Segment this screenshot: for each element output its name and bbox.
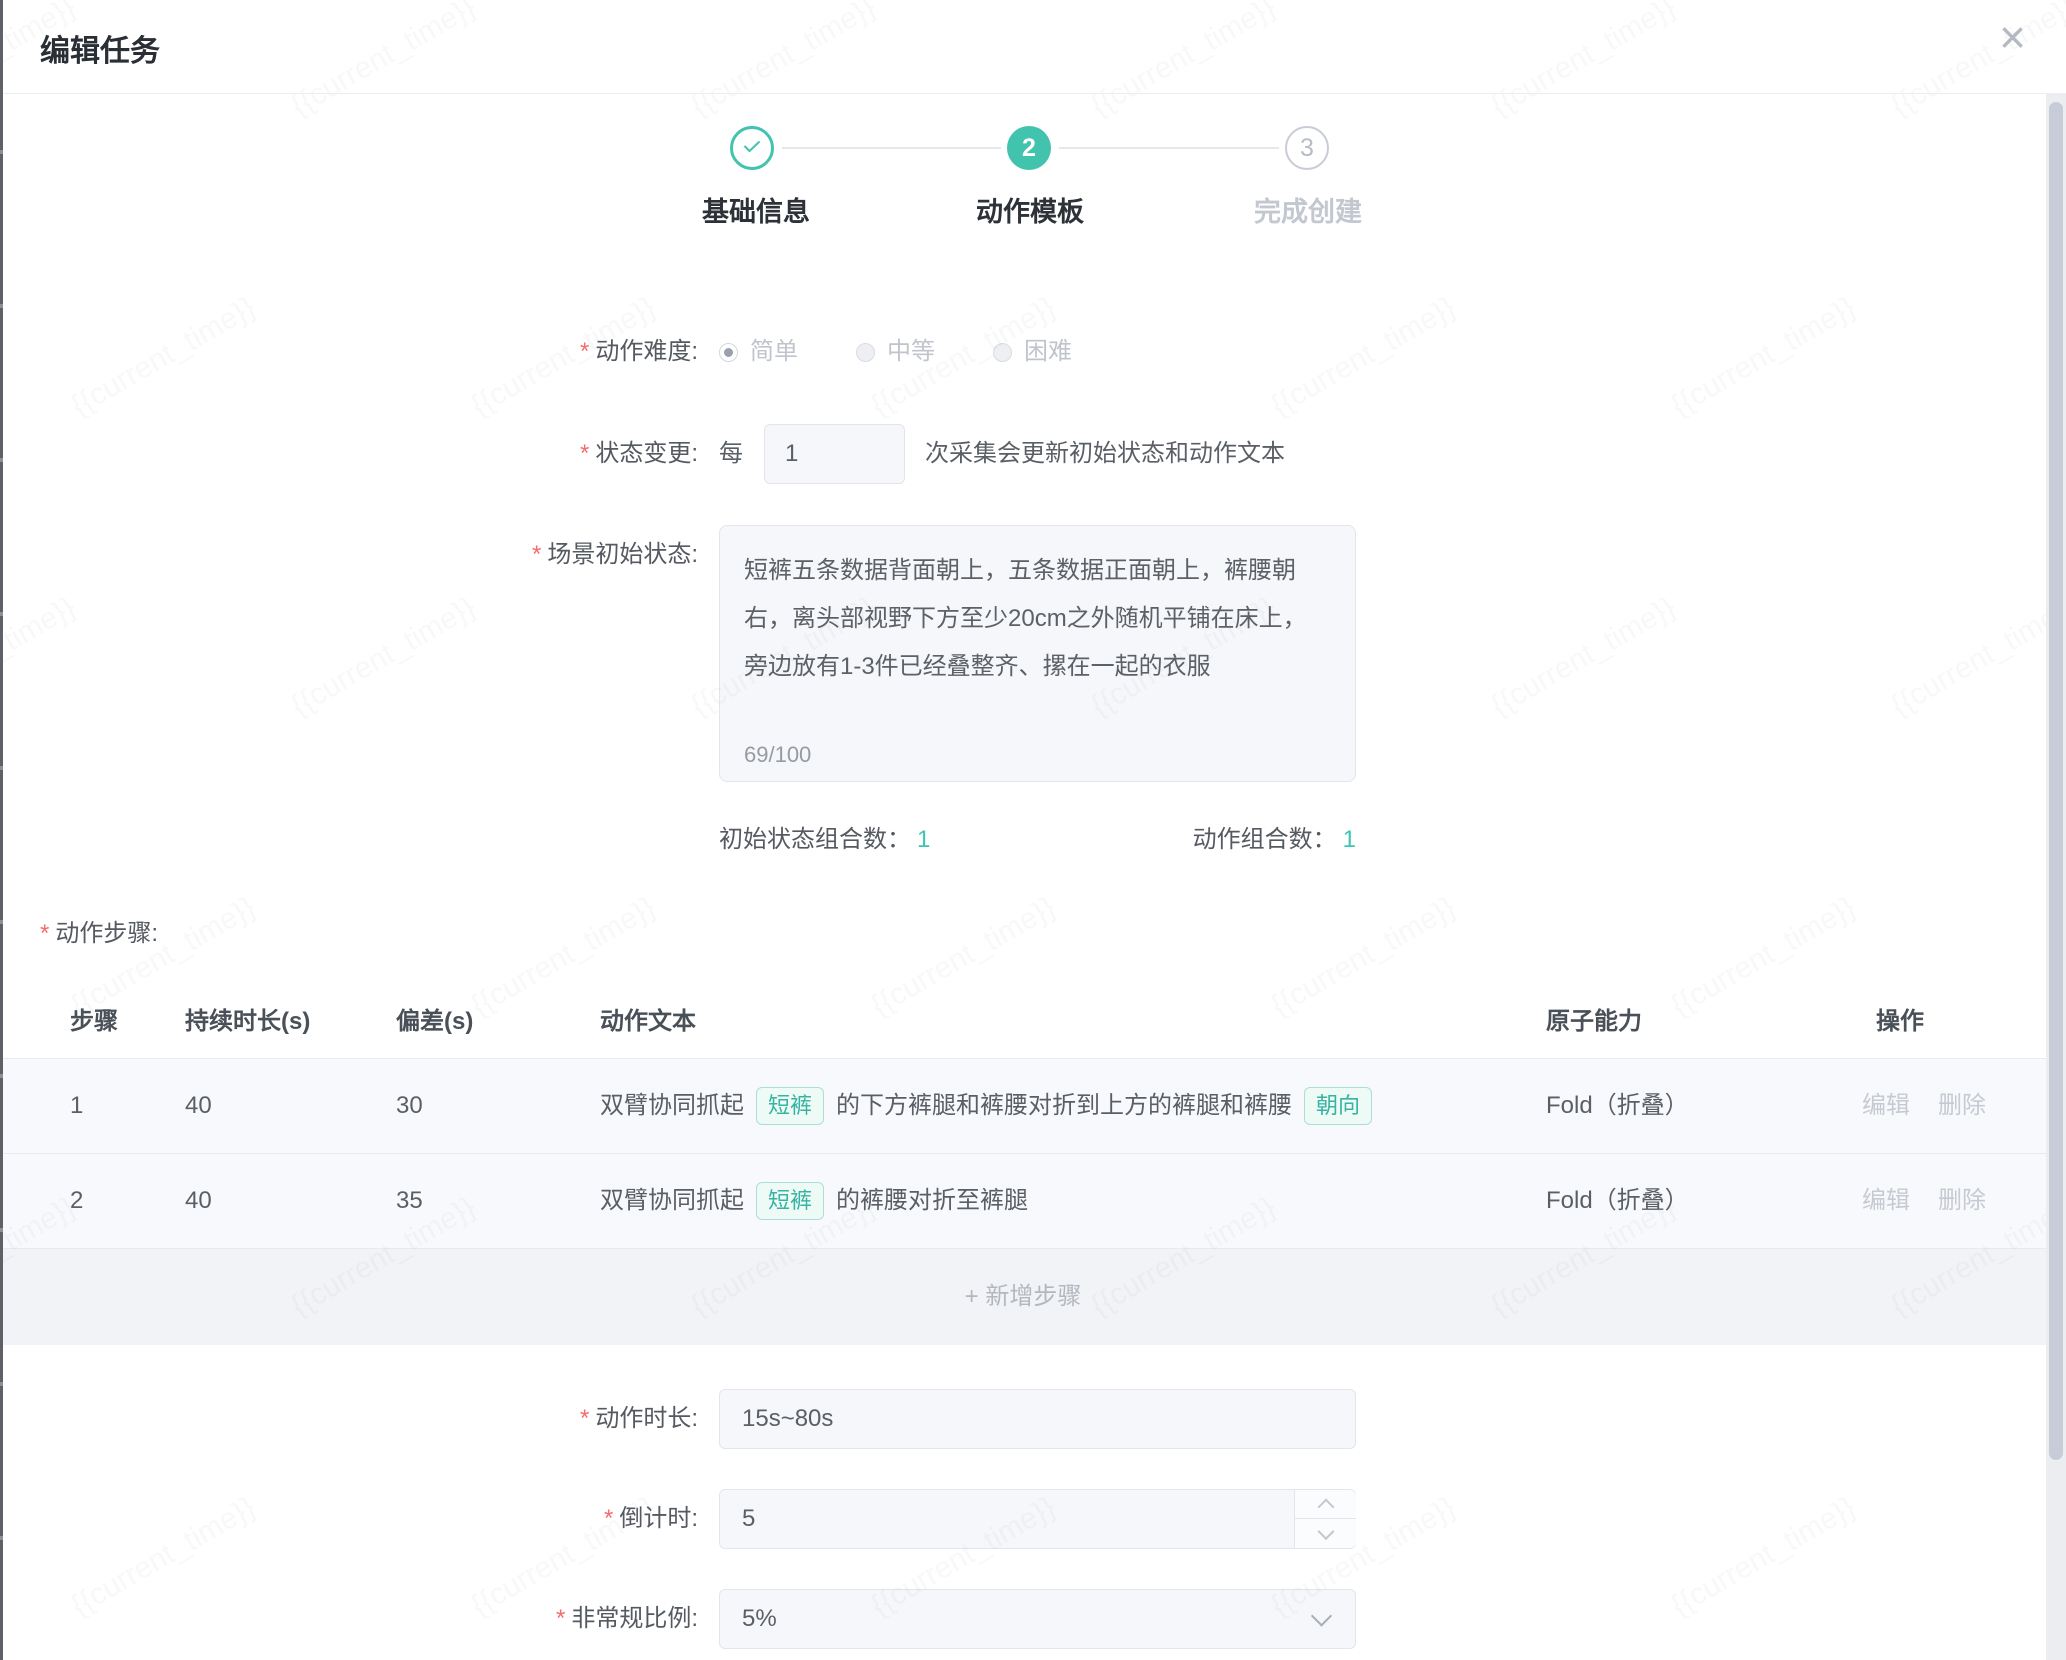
table-row: 2 40 35 双臂协同抓起 短裤 的裤腰对折至裤腿 Fold（折叠） 编辑 删除 [0,1153,2046,1248]
cell-ability: Fold（折叠） [1546,1154,1689,1248]
initial-state-combos: 初始状态组合数：1 [719,810,930,870]
cell-deviation: 35 [396,1154,423,1248]
required-asterisk: * [604,1505,613,1532]
required-asterisk: * [556,1605,565,1632]
delete-link[interactable]: 删除 [1938,1092,1986,1119]
radio-option-easy[interactable]: 简单 [719,322,798,382]
state-change-input[interactable]: 1 [764,424,905,484]
step-1-circle [730,126,774,170]
add-step-button[interactable]: + 新增步骤 [0,1248,2046,1345]
check-icon [740,134,764,163]
col-step: 步骤 [70,985,118,1058]
cell-duration: 40 [185,1154,212,1248]
cell-step: 2 [70,1154,83,1248]
unusual-ratio-label: *非常规比例: [300,1589,698,1649]
radio-label: 简单 [750,322,798,382]
unusual-ratio-select[interactable]: 5% [719,1589,1356,1649]
state-change-suffix: 次采集会更新初始状态和动作文本 [925,424,1285,484]
cell-duration: 40 [185,1059,212,1153]
state-change-label: *状态变更: [300,424,698,484]
difficulty-radio-group: 简单 中等 困难 [719,322,1072,382]
col-deviation: 偏差(s) [396,985,473,1058]
scrollbar-thumb[interactable] [2049,102,2063,1460]
textarea-value: 短裤五条数据背面朝上，五条数据正面朝上，裤腰朝右，离头部视野下方至少20cm之外… [744,547,1314,691]
radio-option-medium[interactable]: 中等 [856,322,935,382]
edit-task-dialog: {{current_time}}{{current_time}}{{curren… [0,0,2066,1660]
delete-link[interactable]: 删除 [1938,1187,1986,1214]
countdown-input[interactable]: 5 [719,1489,1356,1549]
edit-link[interactable]: 编辑 [1862,1187,1910,1214]
col-ability: 原子能力 [1546,985,1642,1058]
object-tag: 短裤 [756,1182,824,1220]
step-1-label: 基础信息 [646,190,866,229]
required-asterisk: * [40,920,49,947]
step-3-label: 完成创建 [1198,190,1418,229]
initial-state-combo-value[interactable]: 1 [917,826,930,853]
action-combos: 动作组合数：1 [1193,810,1356,870]
radio-option-hard[interactable]: 困难 [993,322,1072,382]
steps-table-header: 步骤 持续时长(s) 偏差(s) 动作文本 原子能力 操作 [0,985,2046,1058]
chevron-down-icon [1317,1523,1334,1540]
dialog-title: 编辑任务 [40,26,160,70]
step-3-number: 3 [1300,134,1314,163]
chevron-up-icon [1317,1499,1334,1516]
state-change-prefix: 每 [719,424,743,484]
cell-ability: Fold（折叠） [1546,1059,1689,1153]
cell-action-text: 双臂协同抓起 短裤 的裤腰对折至裤腿 [600,1154,1028,1248]
radio-icon [856,343,875,362]
cell-action-text: 双臂协同抓起 短裤 的下方裤腿和裤腰对折到上方的裤腿和裤腰 朝向 [600,1059,1372,1153]
stepper-connector-2 [1059,147,1279,149]
required-asterisk: * [532,541,541,568]
cell-step: 1 [70,1059,83,1153]
scene-initial-textarea[interactable]: 短裤五条数据背面朝上，五条数据正面朝上，裤腰朝右，离头部视野下方至少20cm之外… [719,525,1356,782]
required-asterisk: * [580,338,589,365]
scene-initial-label: *场景初始状态: [300,525,698,585]
orientation-tag: 朝向 [1304,1087,1372,1125]
stepper-connector-1 [782,147,1001,149]
decrement-button[interactable] [1295,1519,1356,1548]
countdown-value: 5 [742,1505,755,1532]
window-left-edge [0,0,3,1660]
number-spinner [1294,1490,1355,1548]
action-combo-value[interactable]: 1 [1343,826,1356,853]
increment-button[interactable] [1295,1490,1356,1519]
object-tag: 短裤 [756,1087,824,1125]
dialog-header: 编辑任务 × [0,0,2066,94]
action-steps-label: *动作步骤: [40,904,158,964]
required-asterisk: * [580,1405,589,1432]
duration-input[interactable]: 15s~80s [719,1389,1356,1449]
table-row: 1 40 30 双臂协同抓起 短裤 的下方裤腿和裤腰对折到上方的裤腿和裤腰 朝向… [0,1058,2046,1153]
col-text: 动作文本 [600,985,696,1058]
radio-icon [993,343,1012,362]
combo-counts-row: 初始状态组合数：1 动作组合数：1 [719,810,1356,870]
col-duration: 持续时长(s) [185,985,310,1058]
cell-deviation: 30 [396,1059,423,1153]
difficulty-label: *动作难度: [300,322,698,382]
required-asterisk: * [580,440,589,467]
col-ops: 操作 [1876,985,1924,1058]
close-icon[interactable]: × [1999,14,2026,60]
duration-label: *动作时长: [300,1389,698,1449]
cell-ops: 编辑 删除 [1862,1059,2014,1153]
step-2-label: 动作模板 [920,190,1140,229]
char-counter: 69/100 [744,742,811,768]
radio-icon [719,343,738,362]
chevron-down-icon [1311,1605,1332,1626]
scrollbar-track[interactable] [2046,94,2066,1660]
countdown-label: *倒计时: [300,1489,698,1549]
step-3-circle: 3 [1285,126,1329,170]
radio-label: 中等 [887,322,935,382]
edit-link[interactable]: 编辑 [1862,1092,1910,1119]
step-2-circle: 2 [1007,126,1051,170]
radio-label: 困难 [1024,322,1072,382]
unusual-ratio-value: 5% [742,1605,777,1632]
cell-ops: 编辑 删除 [1862,1154,2014,1248]
step-2-number: 2 [1022,134,1036,163]
